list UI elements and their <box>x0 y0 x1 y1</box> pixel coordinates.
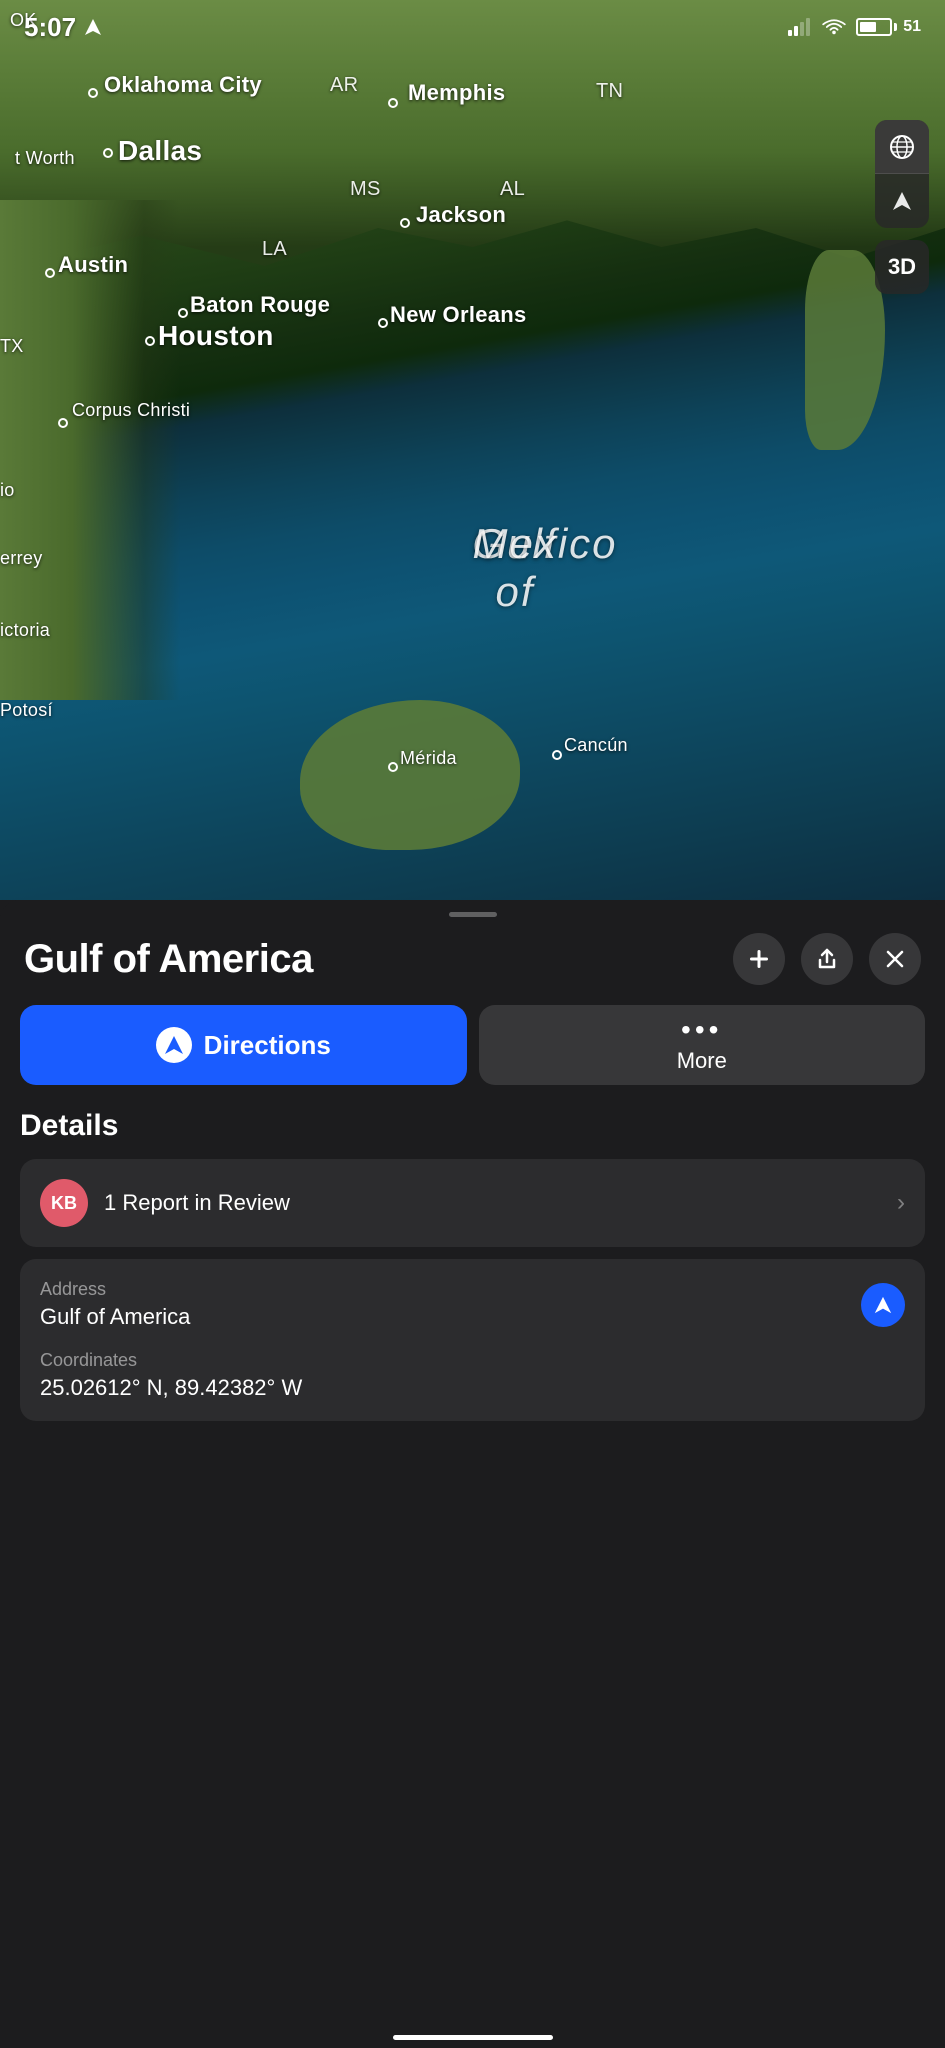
bottom-sheet: Gulf of America <box>0 900 945 2048</box>
city-dot-corpus <box>58 418 68 428</box>
battery-fill <box>860 22 875 32</box>
more-dots: ••• <box>681 1016 722 1044</box>
sheet-handle <box>0 900 945 925</box>
close-icon <box>885 949 905 969</box>
map-view[interactable]: Oklahoma City AR Memphis TN Dallas t Wor… <box>0 0 945 900</box>
city-dot-merida <box>388 762 398 772</box>
city-dot-baton-rouge <box>178 308 188 318</box>
home-indicator <box>393 2035 553 2040</box>
3d-label: 3D <box>888 254 916 280</box>
chevron-right-icon: › <box>897 1189 905 1217</box>
city-dot-memphis <box>388 98 398 108</box>
navigation-icon <box>890 189 914 213</box>
map-controls-container: 3D <box>875 120 929 294</box>
sheet-header: Gulf of America <box>0 925 945 1005</box>
report-card[interactable]: KB 1 Report in Review › <box>20 1159 925 1247</box>
battery-percent: 51 <box>903 18 921 36</box>
report-avatar: KB <box>40 1179 88 1227</box>
details-heading: Details <box>20 1109 925 1143</box>
action-buttons-row: Directions ••• More <box>0 1005 945 1109</box>
time-display: 5:07 <box>24 12 76 43</box>
address-card: Address Gulf of America Coordinates 25.0… <box>20 1259 925 1421</box>
city-dot-jackson <box>400 218 410 228</box>
sheet-handle-bar <box>449 912 497 917</box>
city-dot-fort-worth <box>103 148 113 158</box>
city-dot-cancun <box>552 750 562 760</box>
city-dot-austin <box>45 268 55 278</box>
details-section: Details KB 1 Report in Review › Address … <box>0 1109 945 1421</box>
map-view-toggle-group <box>875 120 929 228</box>
header-action-buttons <box>733 933 921 985</box>
coordinates-label: Coordinates <box>40 1350 861 1371</box>
plus-icon <box>748 948 770 970</box>
location-arrow-icon <box>84 18 102 36</box>
address-label: Address <box>40 1279 861 1300</box>
report-row[interactable]: KB 1 Report in Review › <box>20 1159 925 1247</box>
globe-view-button[interactable] <box>875 120 929 174</box>
report-text: 1 Report in Review <box>104 1190 881 1216</box>
battery-container: 51 <box>856 18 921 36</box>
status-icons: 51 <box>788 18 921 36</box>
globe-icon <box>888 133 916 161</box>
land-west <box>0 200 180 700</box>
location-button[interactable] <box>875 174 929 228</box>
more-label: More <box>677 1048 727 1074</box>
directions-label: Directions <box>204 1030 331 1061</box>
status-time: 5:07 <box>24 12 102 43</box>
close-button[interactable] <box>869 933 921 985</box>
address-share-button[interactable] <box>861 1283 905 1327</box>
address-directions-icon <box>873 1295 893 1315</box>
directions-icon-circle <box>156 1027 192 1063</box>
share-button[interactable] <box>801 933 853 985</box>
directions-arrow-icon <box>163 1034 185 1056</box>
directions-button[interactable]: Directions <box>20 1005 467 1085</box>
wifi-icon <box>822 18 846 36</box>
more-button[interactable]: ••• More <box>479 1005 926 1085</box>
address-row: Address Gulf of America Coordinates 25.0… <box>40 1279 905 1401</box>
add-button[interactable] <box>733 933 785 985</box>
city-dot-new-orleans <box>378 318 388 328</box>
battery-tip <box>894 23 897 31</box>
status-bar: 5:07 51 <box>0 0 945 54</box>
3d-toggle-button[interactable]: 3D <box>875 240 929 294</box>
address-value: Gulf of America <box>40 1304 861 1330</box>
place-title: Gulf of America <box>24 937 313 982</box>
battery-body <box>856 18 892 36</box>
coordinates-value: 25.02612° N, 89.42382° W <box>40 1375 861 1401</box>
address-content: Address Gulf of America Coordinates 25.0… <box>40 1279 861 1401</box>
share-icon <box>816 948 838 970</box>
city-dot-houston <box>145 336 155 346</box>
city-dot-oklahoma <box>88 88 98 98</box>
signal-icon <box>788 18 812 36</box>
